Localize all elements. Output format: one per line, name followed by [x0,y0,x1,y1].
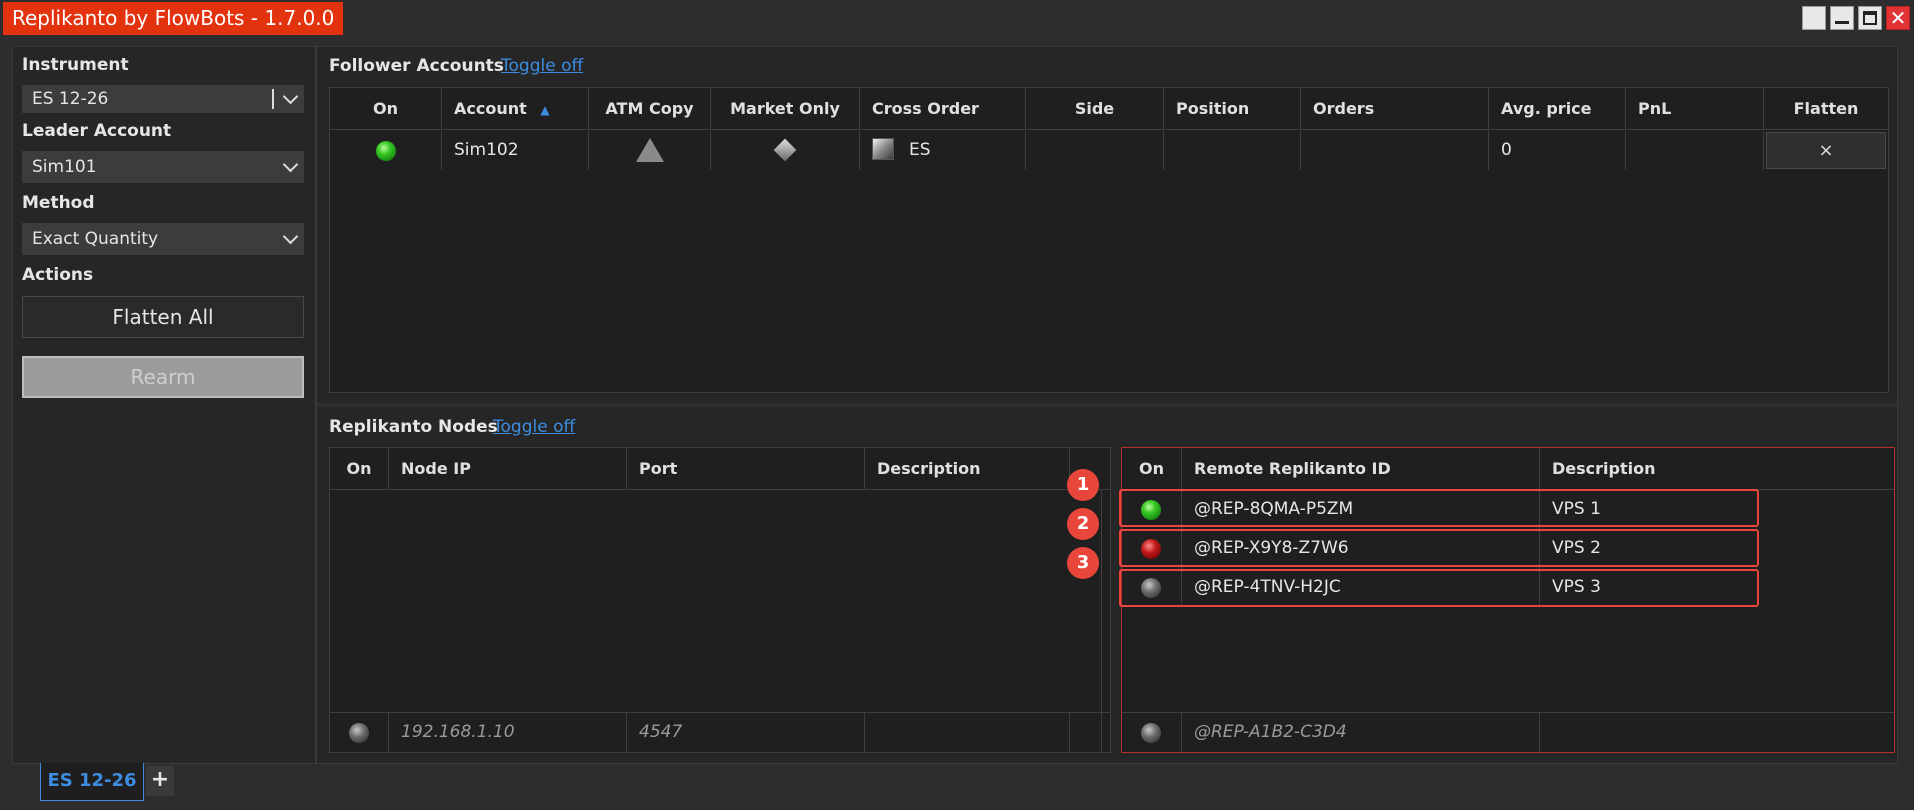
minimize-button[interactable] [1830,6,1854,30]
description-input[interactable] [865,713,1070,752]
annotation-badge-3: 3 [1067,547,1099,579]
chevron-down-icon[interactable] [282,91,300,109]
highlight-box-2 [1119,529,1759,567]
orders-cell [1301,131,1489,170]
col-node-ip[interactable]: Node IP [389,448,627,490]
market-only-cell[interactable] [711,131,860,170]
leader-account-value: Sim101 [32,157,97,177]
main-panel: Follower Accounts Toggle off On Account … [316,46,1898,764]
col-avg-price[interactable]: Avg. price [1489,88,1626,130]
maximize-button[interactable] [1858,6,1882,30]
col-cross-order[interactable]: Cross Order [860,88,1026,130]
col-atm-copy[interactable]: ATM Copy [589,88,711,130]
node-ip-input[interactable]: 192.168.1.10 [389,713,627,752]
status-led-off-icon[interactable] [349,723,369,743]
panel-splitter[interactable] [317,403,1897,407]
description-input[interactable] [1540,713,1894,752]
col-market-only[interactable]: Market Only [711,88,860,130]
title-bar: Replikanto by FlowBots - 1.7.0.0 ✕ [0,0,1914,36]
select-separator [272,89,274,109]
atm-copy-cell[interactable] [589,131,711,170]
local-nodes-header: On Node IP Port Description [330,448,1110,490]
replikanto-nodes-title: Replikanto Nodes [329,417,498,437]
instrument-select[interactable]: ES 12-26 [22,85,304,113]
flatten-row-button[interactable]: × [1766,132,1886,169]
rearm-button[interactable]: Rearm [22,356,304,398]
diamond-icon[interactable] [773,138,797,162]
leader-account-label: Leader Account [22,121,172,141]
remote-id-input[interactable]: @REP-A1B2-C3D4 [1182,713,1540,752]
method-select[interactable]: Exact Quantity [22,223,304,255]
window-blank-button[interactable] [1802,6,1826,30]
vertical-scrollbar[interactable] [1101,490,1106,752]
annotation-badge-1: 1 [1067,469,1099,501]
avg-price-cell: 0 [1489,131,1626,170]
leader-account-select[interactable]: Sim101 [22,151,304,183]
col-description[interactable]: Description [1540,448,1894,490]
on-cell[interactable] [330,131,442,170]
close-button[interactable]: ✕ [1886,6,1910,30]
highlight-box-1 [1119,489,1759,527]
app-title: Replikanto by FlowBots - 1.7.0.0 [3,2,344,35]
col-on[interactable]: On [330,88,442,130]
flatten-all-button[interactable]: Flatten All [22,296,304,338]
nodes-toggle-link[interactable]: Toggle off [493,417,575,437]
sort-asc-icon: ▲ [540,103,550,117]
follower-accounts-title: Follower Accounts [329,56,504,76]
col-pnl[interactable]: PnL [1626,88,1764,130]
follower-grid-header: On Account ▲ ATM Copy Market Only Cross … [330,88,1888,130]
add-tab-button[interactable]: + [146,766,174,796]
chevron-down-icon [282,231,300,249]
remote-nodes-header: On Remote Replikanto ID Description [1122,448,1894,490]
col-port[interactable]: Port [627,448,865,490]
account-cell: Sim102 [442,131,589,170]
col-on[interactable]: On [1122,448,1182,490]
follower-accounts-grid: On Account ▲ ATM Copy Market Only Cross … [329,87,1889,393]
col-side[interactable]: Side [1026,88,1164,130]
chevron-down-icon [282,159,300,177]
cross-order-value: ES [909,140,931,160]
pnl-cell [1626,131,1764,170]
side-cell [1026,131,1164,170]
annotation-badge-2: 2 [1067,508,1099,540]
follower-toggle-link[interactable]: Toggle off [501,56,583,76]
col-position[interactable]: Position [1164,88,1301,130]
col-account-label: Account [454,99,527,118]
col-account[interactable]: Account ▲ [442,88,589,130]
instrument-label: Instrument [22,55,129,75]
local-nodes-grid: On Node IP Port Description 192.168.1.10… [329,447,1111,753]
new-node-row[interactable]: 192.168.1.10 4547 [330,713,1110,752]
method-label: Method [22,193,95,213]
on-cell[interactable] [1122,713,1182,752]
triangle-icon[interactable] [636,138,664,162]
cross-order-cell[interactable]: ES [860,131,1026,170]
col-description[interactable]: Description [865,448,1070,490]
method-value: Exact Quantity [32,229,159,249]
actions-label: Actions [22,265,94,285]
highlight-box-3 [1119,569,1759,607]
status-led-green-icon[interactable] [376,141,396,161]
col-orders[interactable]: Orders [1301,88,1489,130]
follower-row[interactable]: Sim102 ES 0 × [330,131,1888,170]
position-cell [1164,131,1301,170]
col-on[interactable]: On [330,448,389,490]
settings-panel: Instrument ES 12-26 Leader Account Sim10… [12,46,316,764]
new-remote-row[interactable]: @REP-A1B2-C3D4 [1122,713,1894,752]
status-led-off-icon[interactable] [1141,723,1161,743]
tab-es-12-26[interactable]: ES 12-26 [40,763,144,801]
col-flatten[interactable]: Flatten [1764,88,1888,130]
port-input[interactable]: 4547 [627,713,865,752]
instrument-value: ES 12-26 [32,89,109,109]
window-controls: ✕ [1802,6,1910,30]
on-cell[interactable] [330,713,389,752]
col-remote-id[interactable]: Remote Replikanto ID [1182,448,1540,490]
cross-order-toggle-icon[interactable] [872,138,894,160]
